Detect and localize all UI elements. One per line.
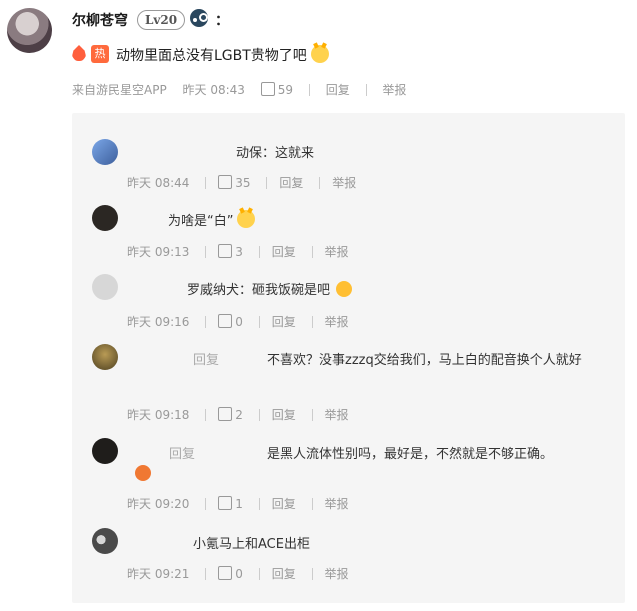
reply-meta: 昨天 09:18 2 回复 举报 [127,406,349,423]
thumbs-up-icon[interactable] [260,82,275,96]
thumbs-up-icon[interactable] [218,496,233,510]
timestamp: 昨天 09:18 [127,408,190,422]
reply-text: 罗威纳犬：砸我饭碗是吧 [187,283,331,298]
thumbs-up-icon[interactable] [218,407,233,421]
timestamp: 昨天 08:43 [182,83,245,97]
reply-content: 动保：这就来 [236,142,314,161]
reply-button[interactable]: 回复 [272,245,296,259]
reply-button[interactable]: 回复 [272,567,296,581]
thumbs-up-icon[interactable] [218,175,233,189]
report-button[interactable]: 举报 [325,245,349,259]
comment-text: 动物里面总没有LGBT贵物了吧 [116,45,329,65]
timestamp: 昨天 09:13 [127,245,190,259]
reply-button[interactable]: 回复 [272,497,296,511]
sticker-icon [135,465,151,481]
reply-meta: 昨天 09:16 0 回复 举报 [127,313,349,330]
like-count[interactable]: 3 [235,245,243,259]
like-count[interactable]: 0 [235,315,243,329]
sticker-icon [336,281,353,297]
thumbs-up-icon[interactable] [218,244,233,258]
like-count[interactable]: 59 [278,83,293,97]
thumbs-up-icon[interactable] [218,314,233,328]
reply-avatar[interactable] [92,274,118,300]
comment-meta: 来自游民星空APP 昨天 08:43 59 回复 举报 [72,81,406,98]
separator [365,84,367,96]
report-button[interactable]: 举报 [325,567,349,581]
reply-meta: 昨天 09:20 1 回复 举报 [127,495,349,512]
reply-text: 动保：这就来 [236,146,315,161]
reply-button[interactable]: 回复 [326,83,350,97]
separator [308,84,310,96]
hot-badge: 热 [91,45,109,63]
reply-to-label: 回复 [169,447,196,462]
report-button[interactable]: 举报 [325,497,349,511]
reply-content: 不喜欢？没事zzzq交给我们，马上白的配音换个人就好 [267,349,607,373]
fire-icon [72,45,86,61]
reply-button[interactable]: 回复 [272,315,296,329]
level-badge: Lv20 [137,10,185,30]
reply-text: 不喜欢？没事zzzq交给我们，马上白的配音换个人就好 [267,353,582,368]
thumbs-up-icon[interactable] [218,566,233,580]
reply-content: 小氪马上和ACE出柜 [193,533,310,552]
report-button[interactable]: 举报 [332,176,356,190]
reply-meta: 昨天 09:21 0 回复 举报 [127,565,349,582]
reply-content: 为啥是“白” [168,210,256,229]
reply-button[interactable]: 回复 [279,176,303,190]
reply-text: 为啥是“白” [168,214,234,229]
reply-content: 罗威纳犬：砸我饭碗是吧 [187,279,353,298]
like-count[interactable]: 35 [235,176,250,190]
reply-to-label: 回复 [193,353,220,368]
comment-content: 动物里面总没有LGBT贵物了吧 [116,48,307,64]
like-count[interactable]: 1 [235,497,243,511]
timestamp: 昨天 09:20 [127,497,190,511]
cat-face-icon [237,210,256,228]
timestamp: 昨天 08:44 [127,176,190,190]
cat-face-icon [310,45,329,63]
reply-text: 小氪马上和ACE出柜 [193,537,310,552]
reply-text: 是黑人流体性别吗，最好是，不然就是不够正确。 [267,447,554,462]
user-avatar[interactable] [7,8,52,53]
steam-icon [190,9,208,27]
report-button[interactable]: 举报 [325,408,349,422]
reply-avatar[interactable] [92,205,118,231]
timestamp: 昨天 09:21 [127,567,190,581]
reply-meta: 昨天 09:13 3 回复 举报 [127,243,349,260]
username-colon: ： [215,13,229,29]
reply-content: 是黑人流体性别吗，最好是，不然就是不够正确。 [267,443,553,462]
reply-button[interactable]: 回复 [272,408,296,422]
like-count[interactable]: 2 [235,408,243,422]
username[interactable]: 尔柳苍穹 [72,10,128,30]
reply-avatar[interactable] [92,139,118,165]
like-count[interactable]: 0 [235,567,243,581]
reply-meta: 昨天 08:44 35 回复 举报 [127,174,356,191]
reply-avatar[interactable] [92,344,118,370]
reply-avatar[interactable] [92,528,118,554]
report-button[interactable]: 举报 [382,83,406,97]
timestamp: 昨天 09:16 [127,315,190,329]
source-label: 来自游民星空APP [72,83,167,97]
reply-avatar[interactable] [92,438,118,464]
report-button[interactable]: 举报 [325,315,349,329]
